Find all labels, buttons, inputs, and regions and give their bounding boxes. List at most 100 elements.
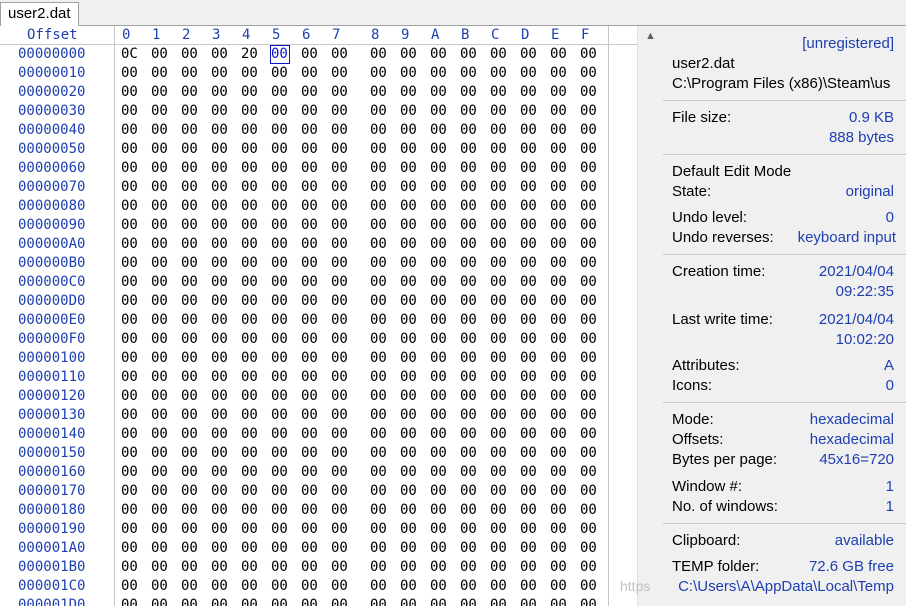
hex-byte[interactable]: 00 [331,502,349,519]
hex-byte[interactable]: 00 [241,502,259,519]
hex-byte[interactable]: 00 [301,483,319,500]
hex-byte[interactable]: 00 [580,84,598,101]
hex-byte[interactable]: 00 [241,331,259,348]
hex-byte[interactable]: 00 [460,179,478,196]
hex-byte[interactable]: 00 [181,426,199,443]
hex-byte[interactable]: 00 [301,388,319,405]
hex-byte[interactable]: 00 [550,312,568,329]
hex-byte[interactable]: 00 [331,521,349,538]
hex-byte[interactable]: 00 [151,312,169,329]
hex-byte[interactable]: 00 [370,217,388,234]
hex-byte[interactable]: 00 [211,65,229,82]
hex-byte[interactable]: 00 [241,217,259,234]
hex-byte[interactable]: 00 [211,331,229,348]
hex-byte[interactable]: 00 [151,236,169,253]
hex-byte[interactable]: 00 [331,350,349,367]
hex-byte[interactable]: 00 [211,84,229,101]
hex-byte[interactable]: 00 [331,388,349,405]
hex-byte[interactable]: 00 [331,160,349,177]
hex-byte[interactable]: 00 [151,407,169,424]
hex-byte[interactable]: 00 [460,407,478,424]
hex-byte[interactable]: 00 [271,559,289,576]
hex-byte[interactable]: 00 [211,578,229,595]
hex-byte[interactable]: 00 [400,540,418,557]
hex-byte[interactable]: 00 [181,445,199,462]
hex-byte[interactable]: 00 [550,103,568,120]
hex-byte[interactable]: 00 [301,293,319,310]
hex-byte[interactable]: 00 [151,103,169,120]
hex-byte[interactable]: 00 [121,426,139,443]
hex-byte[interactable]: 00 [490,122,508,139]
hex-byte[interactable]: 00 [241,483,259,500]
hex-byte[interactable]: 00 [271,103,289,120]
hex-byte[interactable]: 00 [550,141,568,158]
hex-byte[interactable]: 00 [151,331,169,348]
hex-byte[interactable]: 00 [271,407,289,424]
hex-byte[interactable]: 00 [331,198,349,215]
hex-byte[interactable]: 00 [181,122,199,139]
hex-byte[interactable]: 00 [331,65,349,82]
hex-byte[interactable]: 00 [121,293,139,310]
hex-byte[interactable]: 00 [460,198,478,215]
hex-byte[interactable]: 00 [301,46,319,63]
hex-byte[interactable]: 00 [271,312,289,329]
hex-byte[interactable]: 00 [400,597,418,606]
hex-byte[interactable]: 00 [490,578,508,595]
hex-byte[interactable]: 00 [121,236,139,253]
hex-byte[interactable]: 00 [271,274,289,291]
hex-byte[interactable]: 00 [241,160,259,177]
scroll-up-icon[interactable]: ▲ [645,30,656,42]
hex-byte[interactable]: 00 [580,483,598,500]
hex-byte[interactable]: 00 [520,597,538,606]
hex-byte[interactable]: 00 [271,350,289,367]
hex-byte[interactable]: 00 [430,103,448,120]
hex-byte[interactable]: 00 [181,578,199,595]
hex-byte[interactable]: 00 [580,236,598,253]
hex-byte[interactable]: 00 [271,369,289,386]
hex-byte[interactable]: 00 [301,445,319,462]
hex-byte[interactable]: 00 [370,559,388,576]
hex-byte[interactable]: 00 [460,597,478,606]
hex-byte[interactable]: 00 [400,502,418,519]
hex-byte[interactable]: 00 [370,46,388,63]
hex-byte[interactable]: 00 [151,141,169,158]
hex-byte[interactable]: 00 [370,141,388,158]
hex-byte[interactable]: 00 [181,502,199,519]
hex-byte[interactable]: 00 [430,597,448,606]
hex-byte[interactable]: 00 [241,407,259,424]
hex-byte[interactable]: 00 [151,65,169,82]
hex-editor-pane[interactable]: Offset 0123456789ABCDEF 00000000 0C 00 00 00… [0,26,637,606]
hex-byte[interactable]: 00 [121,350,139,367]
hex-byte[interactable]: 00 [490,540,508,557]
hex-byte[interactable]: 00 [460,559,478,576]
hex-byte[interactable]: 00 [430,293,448,310]
hex-byte[interactable]: 00 [121,179,139,196]
hex-byte[interactable]: 00 [490,388,508,405]
hex-byte[interactable]: 00 [580,274,598,291]
hex-byte[interactable]: 00 [460,521,478,538]
hex-byte[interactable]: 00 [460,236,478,253]
hex-byte[interactable]: 00 [211,483,229,500]
hex-byte[interactable]: 00 [520,502,538,519]
hex-byte[interactable]: 00 [151,388,169,405]
hex-byte[interactable]: 00 [301,217,319,234]
hex-byte[interactable]: 00 [331,597,349,606]
hex-byte[interactable]: 00 [151,502,169,519]
hex-byte[interactable]: 00 [211,350,229,367]
hex-byte[interactable]: 00 [301,122,319,139]
hex-byte[interactable]: 00 [490,331,508,348]
hex-byte[interactable]: 00 [271,217,289,234]
hex-byte[interactable]: 00 [331,274,349,291]
hex-byte[interactable]: 00 [520,198,538,215]
hex-byte[interactable]: 00 [241,464,259,481]
hex-byte[interactable]: 00 [151,293,169,310]
hex-byte[interactable]: 00 [151,160,169,177]
hex-byte[interactable]: 00 [121,160,139,177]
hex-byte[interactable]: 00 [181,274,199,291]
hex-byte[interactable]: 00 [580,388,598,405]
hex-byte[interactable]: 00 [520,141,538,158]
hex-byte[interactable]: 00 [211,445,229,462]
hex-byte[interactable]: 00 [271,426,289,443]
hex-byte[interactable]: 00 [331,236,349,253]
hex-byte[interactable]: 00 [241,236,259,253]
